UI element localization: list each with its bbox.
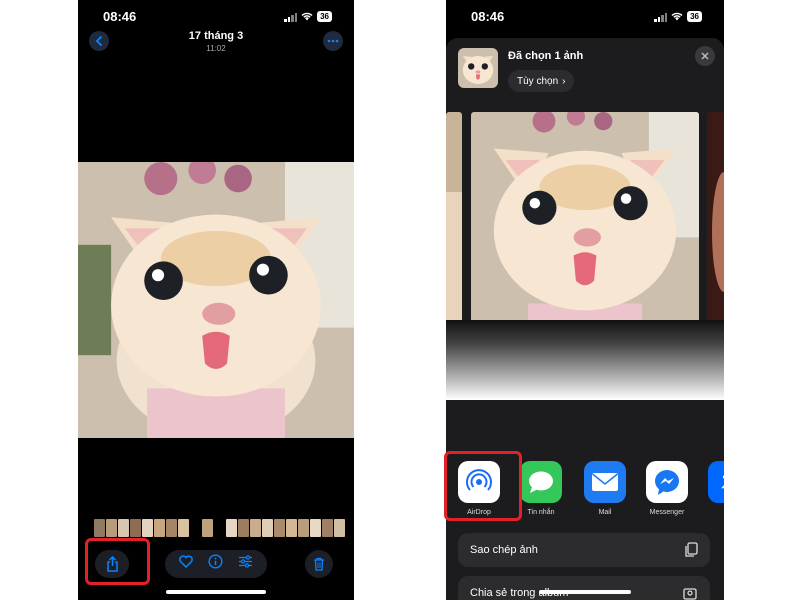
selected-photo-thumbnail xyxy=(458,48,498,88)
status-icons: 36 xyxy=(654,11,702,22)
info-button[interactable] xyxy=(208,554,223,574)
share-to-album-action[interactable]: Chia sẻ trong album xyxy=(458,576,710,600)
messenger-app[interactable]: Messenger xyxy=(642,461,692,516)
zalo-app[interactable] xyxy=(704,461,724,509)
options-button[interactable]: Tùy chọn › xyxy=(508,70,575,92)
copy-icon xyxy=(685,542,698,557)
messenger-icon xyxy=(646,461,688,503)
photo-time: 11:02 xyxy=(206,44,226,53)
status-time: 08:46 xyxy=(471,9,505,24)
cat-image xyxy=(471,112,699,340)
delete-button[interactable] xyxy=(305,550,333,578)
signal-icon xyxy=(654,12,668,22)
previous-photo[interactable] xyxy=(446,112,462,340)
battery-indicator: 36 xyxy=(317,11,332,22)
sliders-icon xyxy=(239,555,253,568)
photo-actions-group xyxy=(165,550,267,578)
status-time: 08:46 xyxy=(103,9,137,24)
cat-thumbnail-image xyxy=(458,48,498,88)
next-photo-image xyxy=(707,112,724,340)
info-icon xyxy=(208,554,223,569)
copy-photo-label: Sao chép ảnh xyxy=(470,544,538,556)
airdrop-highlight xyxy=(444,451,522,521)
edit-button[interactable] xyxy=(238,555,253,573)
status-icons: 36 xyxy=(284,11,332,22)
thumbnail-strip[interactable] xyxy=(94,519,345,539)
favorite-button[interactable] xyxy=(178,555,193,573)
messenger-label: Messenger xyxy=(649,509,685,516)
battery-indicator: 36 xyxy=(687,11,702,22)
copy-photo-action[interactable]: Sao chép ảnh xyxy=(458,533,710,567)
status-bar: 08:46 36 xyxy=(446,8,724,26)
cat-photo[interactable] xyxy=(78,162,354,438)
options-label: Tùy chọn xyxy=(517,75,559,87)
photo-viewer-screen: 08:46 36 17 tháng 3 11:02 xyxy=(78,0,354,600)
mail-label: Mail xyxy=(598,509,612,516)
selected-photo[interactable] xyxy=(471,112,699,340)
messages-app[interactable]: Tin nhắn xyxy=(516,461,566,516)
photo-date: 17 tháng 3 xyxy=(188,30,244,42)
share-button-highlight xyxy=(85,538,150,585)
messages-icon xyxy=(520,461,562,503)
home-indicator xyxy=(166,590,266,594)
trash-icon xyxy=(314,557,324,571)
status-bar: 08:46 36 xyxy=(78,8,354,26)
mail-app[interactable]: Mail xyxy=(580,461,630,516)
shared-album-icon xyxy=(683,588,697,600)
next-photo[interactable] xyxy=(707,112,724,340)
home-indicator xyxy=(539,590,631,594)
previous-photo-image xyxy=(446,112,462,340)
chevron-right-icon: › xyxy=(562,75,566,87)
close-icon xyxy=(701,52,709,60)
gradient-overlay xyxy=(446,320,724,400)
ellipsis-icon xyxy=(327,39,339,43)
cat-image xyxy=(78,162,354,438)
mail-icon xyxy=(584,461,626,503)
messages-label: Tin nhắn xyxy=(527,509,555,516)
more-button[interactable] xyxy=(323,31,343,51)
photo-header: 17 tháng 3 11:02 xyxy=(78,30,354,53)
close-button[interactable] xyxy=(695,46,715,66)
wifi-icon xyxy=(671,12,683,21)
selection-count-title: Đã chọn 1 ảnh xyxy=(508,50,584,62)
zalo-icon xyxy=(708,461,724,503)
photo-carousel[interactable] xyxy=(446,112,724,342)
wifi-icon xyxy=(301,12,313,21)
heart-icon xyxy=(178,555,193,569)
signal-icon xyxy=(284,12,298,22)
